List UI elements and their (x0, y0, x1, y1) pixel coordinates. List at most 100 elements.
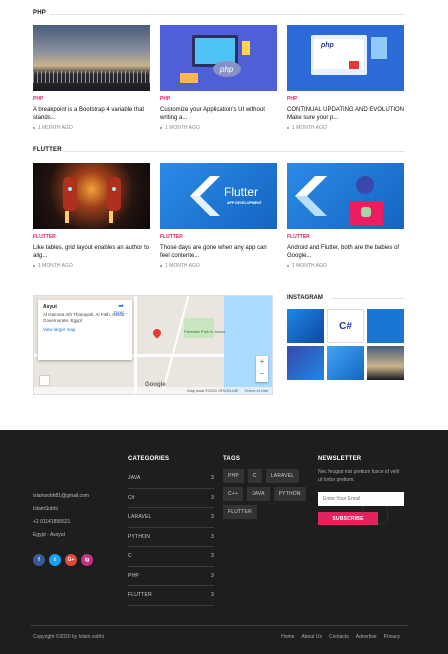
post-thumbnail[interactable]: php (287, 25, 404, 91)
post-title[interactable]: Those days are gone when any app can fee… (160, 244, 277, 260)
post-title[interactable]: CONTINUAL UPDATING AND EVOLUTION Make su… (287, 106, 404, 122)
section-title-flutter: FLUTTER (33, 147, 62, 153)
section-divider (331, 298, 405, 299)
instagram-photo[interactable] (367, 309, 404, 343)
category-item[interactable]: JAVA 3 (128, 469, 214, 489)
category-item[interactable]: PHP 3 (128, 567, 214, 586)
post-card[interactable]: Flutter APP DEVELOPMENT FLUTTER Those da… (160, 163, 277, 269)
post-card[interactable]: PHP A breakpoint is a Bootstrap 4 variab… (33, 25, 150, 131)
google-map[interactable]: Paradise Park in Assiut Asyut Al Hamrea … (33, 295, 273, 395)
facebook-icon[interactable]: f (33, 554, 45, 566)
map-terms-link[interactable]: Terms of Use (244, 387, 268, 394)
category-item[interactable]: PYTHON 3 (128, 528, 214, 547)
contact-email[interactable]: islamsobh81@gmail.com (33, 490, 89, 503)
category-item[interactable]: LARAVEL 3 (128, 508, 214, 528)
flutter-logo-icon (190, 176, 220, 216)
tag[interactable]: JAVA (247, 487, 270, 501)
street-view-icon[interactable] (39, 375, 50, 386)
instagram-photo[interactable] (367, 346, 404, 380)
footer-link-privacy[interactable]: Privacy (384, 634, 400, 640)
post-thumbnail[interactable] (33, 163, 150, 229)
post-category[interactable]: FLUTTER (160, 234, 277, 240)
tag[interactable]: PHP (223, 469, 244, 483)
flutter-wordmark: Flutter (224, 185, 259, 199)
flutter-android-icon (295, 176, 383, 225)
tag[interactable]: PYTHON (273, 487, 306, 501)
iron-man-icon (63, 177, 121, 223)
social-links: f t G+ ig (33, 554, 93, 566)
footer-link-advertise[interactable]: Advertise (356, 634, 377, 640)
category-item[interactable]: C3 (128, 547, 214, 567)
section-title-php: PHP (33, 10, 46, 16)
zoom-in-button[interactable]: + (256, 356, 268, 368)
copyright-text: Copyright ©2020 by Islam sobhi (33, 634, 104, 640)
post-card[interactable]: FLUTTER Like tables, grid layout enables… (33, 163, 150, 269)
newsletter-text: Nec feugiat nisl pretium fusce id velit … (318, 469, 400, 483)
post-meta: 1 MONTH AGO (287, 125, 404, 131)
category-item[interactable]: FLUTTER 3 (128, 586, 214, 606)
post-meta: 1 MONTH AGO (287, 263, 404, 269)
category-item[interactable]: C# 3 (128, 489, 214, 508)
instagram-icon[interactable]: ig (81, 554, 93, 566)
post-card[interactable]: FLUTTER Android and Flutter, both are th… (287, 163, 404, 269)
flutter-subtitle: APP DEVELOPMENT (227, 201, 262, 205)
directions-link[interactable]: ➦ Direc... (114, 302, 128, 315)
post-thumbnail[interactable] (287, 163, 404, 229)
svg-text:php: php (320, 42, 335, 49)
instagram-photo[interactable]: C# (327, 309, 364, 343)
map-park-label: Paradise Park in Assiut (184, 329, 226, 334)
post-thumbnail[interactable]: php (160, 25, 277, 91)
post-title[interactable]: Android and Flutter, both are the babies… (287, 244, 404, 260)
post-title[interactable]: Customize your Application's UI without … (160, 106, 277, 122)
post-category[interactable]: FLUTTER (33, 234, 150, 240)
tag[interactable]: LARAVEL (265, 469, 300, 483)
footer-divider (30, 625, 408, 626)
svg-text:php: php (219, 65, 234, 74)
instagram-photo[interactable] (287, 346, 324, 380)
categories-title: CATEGORIES (128, 456, 170, 462)
tag[interactable]: C++ (223, 487, 244, 501)
post-card[interactable]: php PHP Customize your Application's UI … (160, 25, 277, 131)
post-meta: 1 MONTH AGO (160, 125, 277, 131)
tag-cloud: PHP C LARAVEL C++ JAVA PYTHON FLUTTER (223, 469, 309, 519)
instagram-photo[interactable] (327, 346, 364, 380)
directions-icon: ➦ (118, 303, 125, 310)
twitter-icon[interactable]: t (49, 554, 61, 566)
map-park (184, 318, 214, 338)
section-divider (64, 151, 405, 152)
contact-phone: +2 01141856621 (33, 519, 71, 525)
post-card[interactable]: php PHP CONTINUAL UPDATING AND EVOLUTION… (287, 25, 404, 131)
post-meta: 1 MONTH AGO (33, 125, 150, 131)
tag[interactable]: FLUTTER (223, 505, 257, 519)
post-thumbnail[interactable] (33, 25, 150, 91)
contact-location: Egypt - Assyut (33, 532, 65, 538)
map-attribution: Map data ©2020 ORION-ME Terms of Use (34, 387, 272, 394)
instagram-title: INSTAGRAM (287, 295, 323, 301)
instagram-grid: C# (287, 309, 405, 380)
footer-link-contacts[interactable]: Contacts (329, 634, 349, 640)
zoom-out-button[interactable]: − (256, 368, 268, 380)
footer-link-about[interactable]: About Us (301, 634, 322, 640)
post-category[interactable]: PHP (33, 96, 150, 102)
map-zoom-control[interactable]: + − (256, 356, 268, 382)
php-monitor-icon: php (311, 35, 387, 75)
subscribe-button[interactable]: SUBSCRIBE (318, 512, 378, 525)
footer-link-home[interactable]: Home (281, 634, 294, 640)
post-category[interactable]: PHP (287, 96, 404, 102)
contact-name: IslamSobhi (33, 506, 58, 512)
instagram-photo[interactable] (287, 309, 324, 343)
post-category[interactable]: FLUTTER (287, 234, 404, 240)
map-road (134, 296, 137, 394)
google-plus-icon[interactable]: G+ (65, 554, 77, 566)
post-meta: 1 MONTH AGO (160, 263, 277, 269)
map-pin-icon[interactable] (151, 327, 163, 339)
newsletter-email-input[interactable] (318, 492, 404, 506)
post-category[interactable]: PHP (160, 96, 277, 102)
post-title[interactable]: Like tables, grid layout enables an auth… (33, 244, 150, 260)
view-larger-map-link[interactable]: View larger map (43, 327, 127, 332)
section-divider (50, 14, 405, 15)
tags-title: TAGS (223, 456, 241, 462)
post-title[interactable]: A breakpoint is a Bootstrap 4 variable t… (33, 106, 150, 122)
tag[interactable]: C (247, 469, 262, 483)
post-thumbnail[interactable]: Flutter APP DEVELOPMENT (160, 163, 277, 229)
